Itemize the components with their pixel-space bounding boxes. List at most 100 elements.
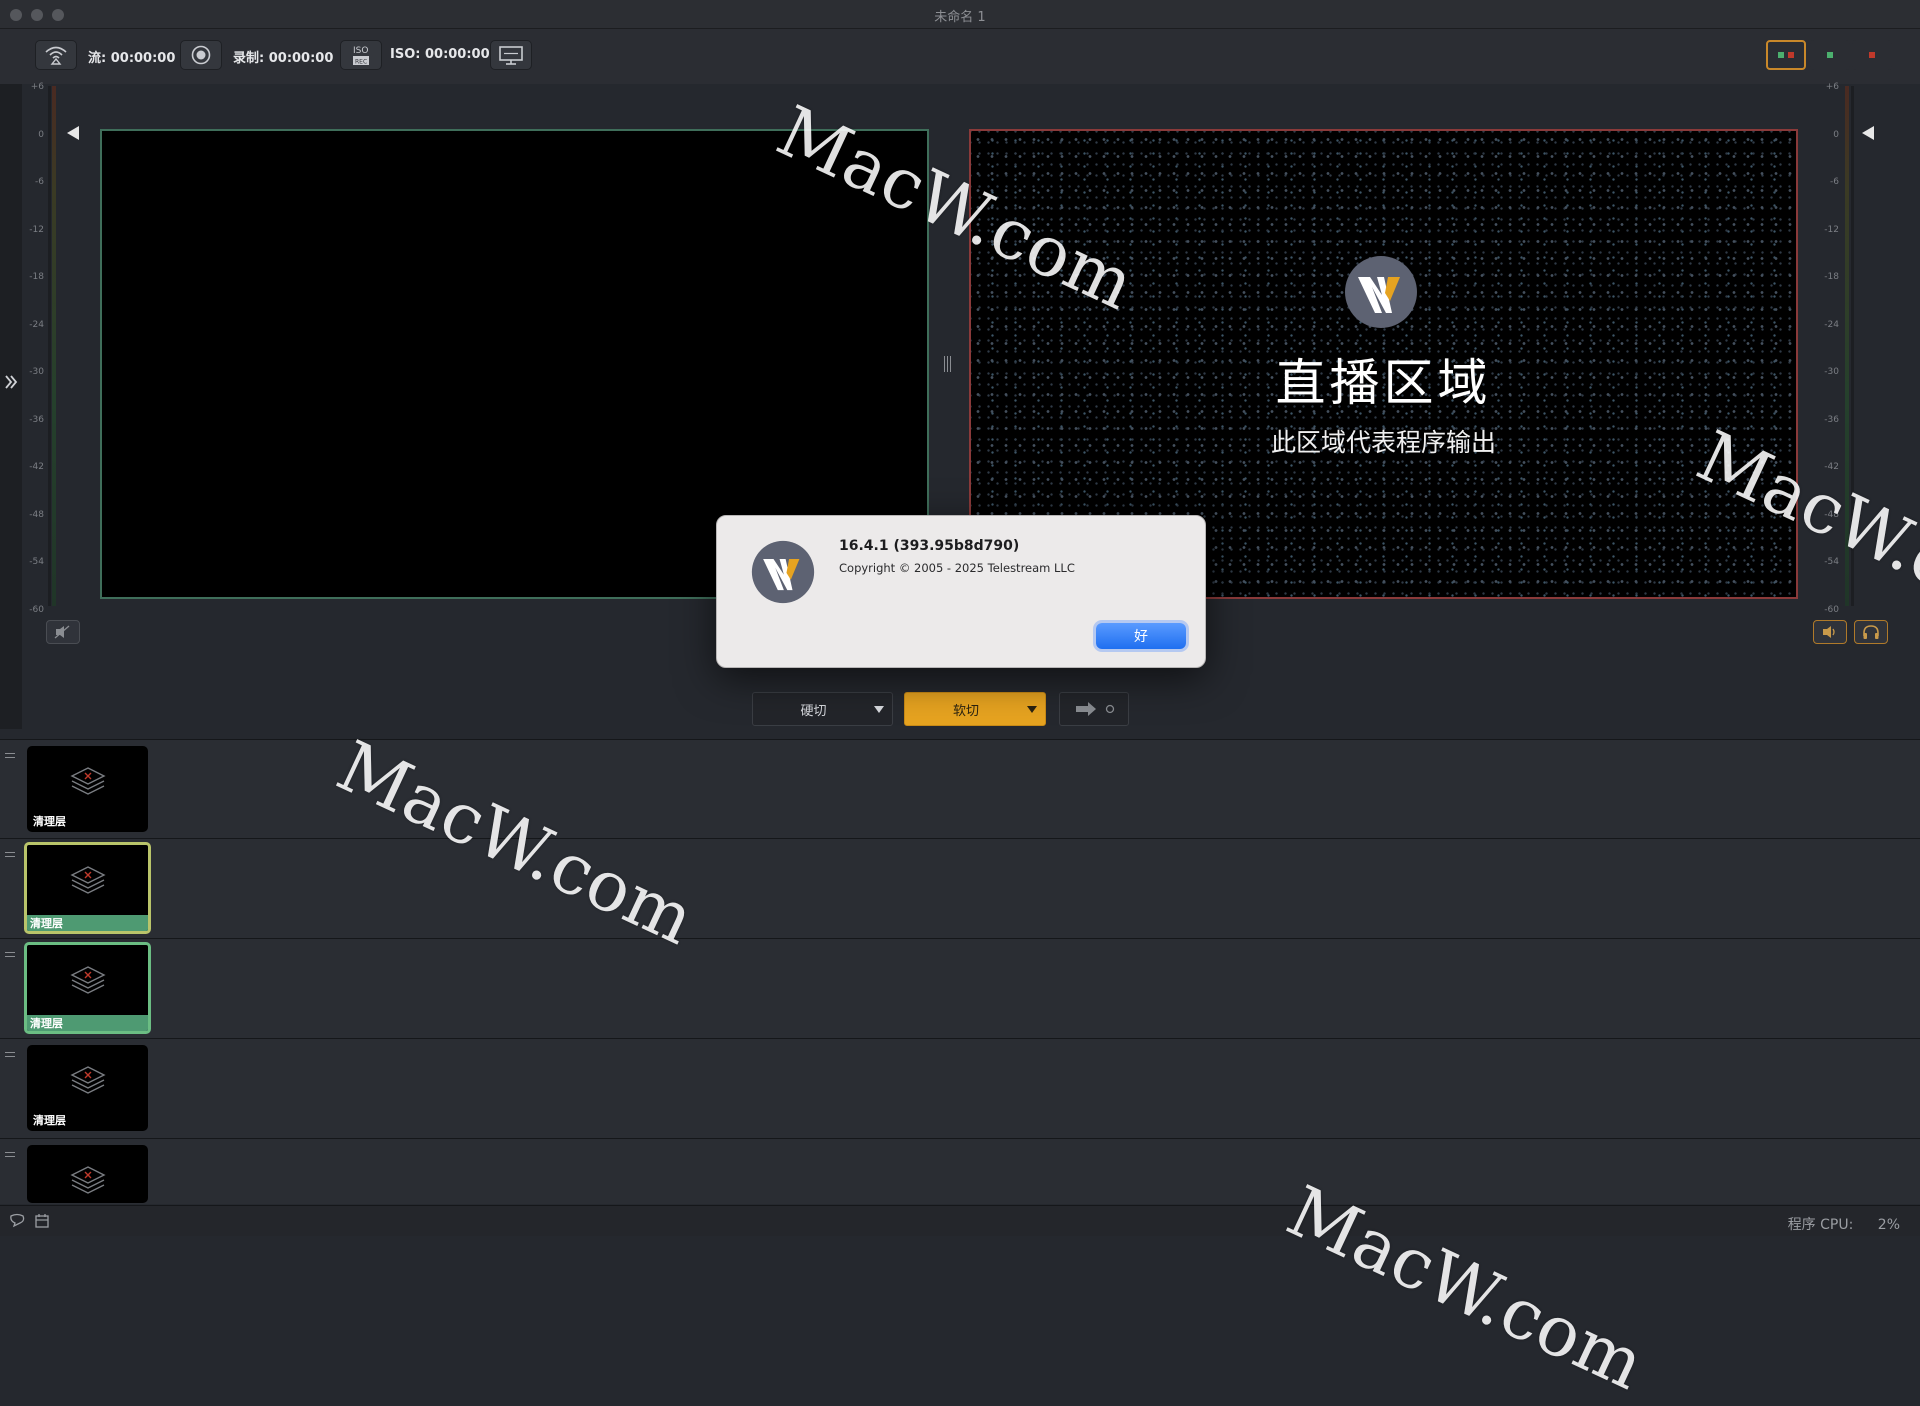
ok-button[interactable]: 好: [1096, 623, 1186, 649]
record-icon: [191, 45, 211, 65]
meter-scale-label: +6: [30, 82, 44, 92]
toolbar: 流: 00:00:00 录制: 00:00:00 ISO REC ISO: 00:…: [0, 29, 1920, 84]
preview-mute-button[interactable]: [46, 620, 80, 644]
cut-transition-label: 硬切: [800, 703, 827, 719]
drag-handle-icon[interactable]: [5, 1052, 15, 1060]
meter-scale-label: -48: [29, 509, 44, 520]
headphones-button[interactable]: [1854, 620, 1888, 644]
shot-label: 清理层: [27, 1015, 148, 1031]
right-volume-pointer-icon[interactable]: [1862, 126, 1874, 140]
monitor-icon: [499, 46, 523, 65]
live-indicator-icon: [1869, 52, 1875, 58]
record-timer: 录制: 00:00:00: [233, 51, 334, 66]
live-area-title: 直播区域: [1275, 354, 1492, 412]
layer-row[interactable]: [0, 1138, 1920, 1204]
preview-indicator-icon: [1827, 52, 1833, 58]
about-version: 16.4.1 (393.95b8d790): [839, 538, 1020, 554]
layers-icon: [70, 1166, 106, 1194]
meter-scale-label: -12: [29, 224, 44, 235]
iso-timer: ISO: 00:00:00: [390, 47, 490, 62]
speaker-icon: [1823, 626, 1835, 638]
sidebar-toggle-strip[interactable]: [0, 84, 22, 729]
calendar-icon[interactable]: [34, 1213, 50, 1229]
speaker-muted-icon: [54, 625, 70, 639]
svg-text:ISO: ISO: [353, 46, 368, 56]
live-indicator-icon: [1788, 52, 1794, 58]
meter-scale-label: -48: [1824, 509, 1839, 520]
chevron-down-icon[interactable]: [1027, 705, 1037, 713]
meter-scale-label: 0: [1833, 129, 1839, 140]
meter-scale-label: -30: [29, 367, 44, 377]
meter-scale-label: -42: [29, 462, 44, 472]
layer-row[interactable]: 清理层: [0, 739, 1920, 839]
meter-scale-label: -54: [1824, 557, 1839, 567]
iso-rec-icon: ISO REC: [353, 46, 369, 66]
left-audio-meter: [52, 86, 56, 606]
window-title: 未命名 1: [934, 10, 986, 25]
meter-scale-label: -24: [29, 319, 44, 330]
left-volume-pointer-icon[interactable]: [67, 126, 79, 140]
layout-preview-button[interactable]: [1810, 40, 1850, 70]
chat-icon[interactable]: [8, 1213, 26, 1229]
layer-row[interactable]: 清理层: [0, 838, 1920, 938]
layers-icon: [70, 866, 106, 894]
shot-thumbnail[interactable]: 清理层: [27, 1045, 148, 1131]
status-bar: 程序 CPU: 2%: [0, 1205, 1920, 1236]
meter-scale-label: -6: [35, 177, 44, 187]
shot-label: 清理层: [27, 915, 148, 931]
drag-handle-icon[interactable]: [5, 952, 15, 960]
meter-scale-label: +6: [1825, 82, 1839, 92]
layer-row[interactable]: 清理层: [0, 938, 1920, 1038]
right-meter-track: [1851, 86, 1854, 606]
cut-transition-button[interactable]: 硬切: [752, 692, 893, 726]
layer-row[interactable]: 清理层: [0, 1038, 1920, 1138]
monitor-divider-handle[interactable]: [944, 356, 954, 376]
shot-label: 清理层: [33, 815, 66, 828]
cpu-usage-value: 2%: [1877, 1217, 1900, 1233]
layers-icon: [70, 1066, 106, 1094]
shot-label: 清理层: [33, 1114, 66, 1127]
drag-handle-icon[interactable]: [5, 1152, 15, 1160]
shot-thumbnail[interactable]: 清理层: [24, 942, 151, 1034]
iso-record-button[interactable]: ISO REC: [340, 40, 382, 70]
smooth-transition-button[interactable]: 软切: [904, 692, 1046, 726]
record-button[interactable]: [180, 40, 222, 70]
meter-scale-label: -36: [1824, 414, 1839, 425]
meter-scale-label: -60: [29, 604, 44, 615]
go-button[interactable]: [1059, 692, 1129, 726]
smooth-transition-label: 软切: [952, 703, 979, 719]
shot-thumbnail[interactable]: 清理层: [27, 746, 148, 832]
shot-thumbnail[interactable]: [27, 1145, 148, 1203]
live-audio-button[interactable]: [1813, 620, 1847, 644]
drag-handle-icon[interactable]: [5, 852, 15, 860]
drag-handle-icon[interactable]: [5, 753, 15, 761]
broadcast-icon: [45, 46, 67, 65]
left-meter-track: [48, 86, 51, 606]
cpu-usage: 程序 CPU: 2%: [1788, 1214, 1900, 1234]
stream-timer: 流: 00:00:00: [88, 51, 176, 66]
layout-dual-button[interactable]: [1766, 40, 1806, 70]
meter-scale-label: -24: [1824, 319, 1839, 330]
double-chevron-right-icon[interactable]: [4, 374, 18, 390]
virtual-output-button[interactable]: [490, 40, 532, 70]
layers-icon: [70, 767, 106, 795]
live-area-subtitle: 此区域代表程序输出: [1270, 428, 1496, 457]
headphones-icon: [1863, 625, 1879, 639]
stream-button[interactable]: [35, 40, 77, 70]
right-audio-meter: [1845, 86, 1849, 606]
preview-indicator-icon: [1778, 52, 1784, 58]
title-bar: 未命名 1: [0, 0, 1920, 29]
shot-thumbnail[interactable]: 清理层: [24, 842, 151, 934]
chevron-down-icon[interactable]: [874, 705, 884, 713]
wirecast-logo-icon: [1345, 256, 1417, 328]
arrow-right-icon: [1076, 702, 1115, 716]
cpu-usage-label: 程序 CPU:: [1787, 1217, 1854, 1233]
meter-scale-label: 0: [38, 129, 44, 140]
layout-live-button[interactable]: [1852, 40, 1892, 70]
meter-scale-label: -54: [29, 557, 44, 567]
meter-scale-label: -18: [29, 272, 44, 282]
meter-scale-label: -18: [1824, 272, 1839, 282]
meter-scale-label: -12: [1824, 224, 1839, 235]
about-dialog: 16.4.1 (393.95b8d790) Copyright © 2005 -…: [716, 515, 1206, 668]
layers-icon: [70, 966, 106, 994]
